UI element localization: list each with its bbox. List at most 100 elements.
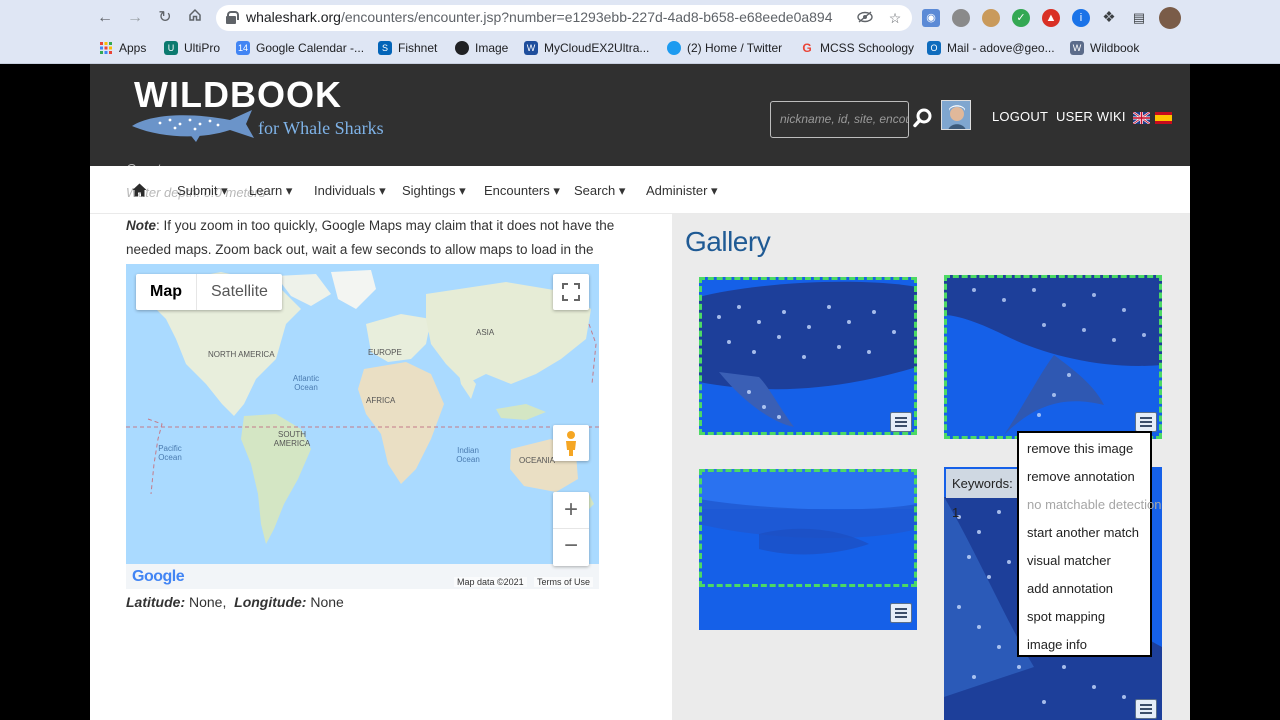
wd-icon: W — [524, 41, 538, 55]
bookmark-apps[interactable]: Apps — [99, 38, 146, 58]
page-gutter-right — [1190, 64, 1280, 720]
ctx-remove-image[interactable]: remove this image — [1027, 441, 1133, 456]
map-data-attribution: Map data ©2021 — [454, 577, 527, 587]
cast-icon[interactable]: ▤ — [1130, 9, 1148, 27]
caret-down-icon: ▾ — [553, 183, 560, 198]
home-icon[interactable] — [184, 7, 206, 29]
map-label-europe: EUROPE — [368, 348, 402, 357]
map-label-south-america: SOUTH AMERICA — [273, 430, 311, 448]
reload-icon[interactable]: ↻ — [154, 7, 176, 29]
map-label-north-america: NORTH AMERICA — [208, 350, 275, 359]
user-avatar[interactable] — [941, 100, 971, 130]
twitter-icon — [667, 41, 681, 55]
gallery-image-3[interactable] — [699, 469, 917, 630]
bookmark-twitter[interactable]: (2) Home / Twitter — [667, 38, 782, 58]
bookmark-wildbook[interactable]: W Wildbook — [1070, 38, 1139, 58]
ctx-visual-matcher[interactable]: visual matcher — [1027, 553, 1111, 568]
url-text: whaleshark.org/encounters/encounter.jsp?… — [246, 9, 833, 25]
map-label-oceania: OCEANIA — [519, 456, 556, 465]
zoom-in-button[interactable]: + — [553, 492, 589, 529]
apps-grid-icon — [99, 41, 113, 55]
annotation-box[interactable] — [944, 275, 1162, 439]
gallery-title: Gallery — [685, 226, 771, 257]
squirrel-extension-icon[interactable] — [982, 9, 1000, 27]
forward-icon[interactable]: → — [124, 7, 146, 29]
star-bookmark-icon[interactable]: ☆ — [886, 9, 904, 27]
menu-administer[interactable]: Administer ▾ — [646, 183, 718, 199]
profile-avatar-icon[interactable] — [1159, 7, 1181, 29]
zoom-control: + − — [553, 492, 589, 566]
zoom-out-button[interactable]: − — [553, 529, 589, 566]
page-gutter-left — [0, 64, 90, 720]
main-nav: Water depth: 0.0 meters Submit ▾ Learn ▾… — [90, 166, 1190, 214]
ctx-spot-mapping[interactable]: spot mapping — [1027, 609, 1105, 624]
ctx-image-info[interactable]: image info — [1027, 637, 1087, 652]
world-map-graphic — [126, 264, 599, 589]
map-label-atlantic: Atlantic Ocean — [292, 374, 320, 392]
map-type-satellite-button[interactable]: Satellite — [197, 274, 282, 310]
browser-toolbar: ← → ↻ whaleshark.org/encounters/encounte… — [0, 0, 1280, 36]
ctx-start-another-match[interactable]: start another match — [1027, 525, 1139, 540]
annotation-box[interactable] — [699, 277, 917, 435]
spain-flag-icon[interactable] — [1155, 112, 1172, 124]
menu-encounters[interactable]: Encounters ▾ — [484, 183, 560, 199]
map-type-map-button[interactable]: Map — [136, 274, 197, 310]
menu-individuals[interactable]: Individuals ▾ — [314, 183, 386, 199]
google-g-icon: G — [802, 41, 812, 55]
map-label-indian: Indian Ocean — [456, 446, 480, 464]
caret-down-icon: ▾ — [379, 183, 386, 198]
camera-extension-icon[interactable]: ◉ — [922, 9, 940, 27]
checklist-extension-icon[interactable]: ✓ — [1012, 9, 1030, 27]
coordinates-readout: Latitude: None, Longitude: None — [126, 594, 344, 610]
map-label-pacific: Pacific Ocean — [158, 444, 182, 462]
globe-icon — [455, 41, 469, 55]
puzzle-extensions-icon[interactable]: ❖ — [1100, 9, 1118, 27]
map-terms-link[interactable]: Terms of Use — [534, 577, 594, 587]
address-bar[interactable]: whaleshark.org/encounters/encounter.jsp?… — [216, 5, 912, 31]
gallery-image-2[interactable] — [944, 275, 1162, 439]
fullscreen-button[interactable] — [553, 274, 589, 310]
image-menu-icon[interactable] — [890, 412, 912, 432]
bookmark-fishnet[interactable]: S Fishnet — [378, 38, 437, 58]
caret-down-icon: ▾ — [221, 183, 228, 198]
image-menu-icon[interactable] — [1135, 412, 1157, 432]
bookmark-mail[interactable]: O Mail - adove@geo... — [927, 38, 1055, 58]
keywords-badge[interactable]: Keywords: 1 — [946, 469, 1018, 520]
tracking-off-icon[interactable] — [856, 9, 874, 27]
map-type-control: Map Satellite — [136, 274, 282, 310]
bookmark-schoology[interactable]: G MCSS Schoology — [800, 38, 914, 58]
image-menu-icon[interactable] — [1135, 699, 1157, 719]
pegman-icon — [566, 431, 576, 456]
back-icon[interactable]: ← — [94, 7, 116, 29]
google-logo: Google — [132, 568, 185, 585]
bookmark-image[interactable]: Image — [455, 38, 508, 58]
menu-search[interactable]: Search ▾ — [574, 183, 625, 199]
home-nav-icon[interactable] — [132, 183, 147, 197]
red-extension-icon[interactable]: ▲ — [1042, 9, 1060, 27]
bookmark-ultipro[interactable]: U UltiPro — [164, 38, 220, 58]
bookmark-google-calendar[interactable]: 14 Google Calendar -... — [236, 38, 364, 58]
menu-sightings[interactable]: Sightings ▾ — [402, 183, 466, 199]
image-context-menu: remove this image remove annotation no m… — [1017, 431, 1161, 657]
info-extension-icon[interactable]: i — [1072, 9, 1090, 27]
logout-link[interactable]: LOGOUT — [992, 109, 1048, 124]
annotation-box[interactable] — [699, 469, 917, 587]
gallery-image-1[interactable] — [699, 277, 917, 435]
menu-submit[interactable]: Submit ▾ — [177, 183, 228, 199]
whale-shark-logo-icon — [132, 110, 254, 142]
caret-down-icon: ▾ — [618, 183, 626, 198]
search-icon[interactable] — [913, 108, 933, 128]
circle-extension-icon[interactable] — [952, 9, 970, 27]
street-view-pegman[interactable] — [553, 425, 589, 461]
google-map[interactable]: NORTH AMERICA SOUTH AMERICA EUROPE AFRIC… — [126, 264, 599, 589]
caret-down-icon: ▾ — [285, 183, 293, 198]
ctx-add-annotation[interactable]: add annotation — [1027, 581, 1113, 596]
image-menu-icon[interactable] — [890, 603, 912, 623]
uk-flag-icon[interactable] — [1133, 112, 1150, 124]
menu-learn[interactable]: Learn ▾ — [249, 183, 292, 199]
caret-down-icon: ▾ — [711, 183, 718, 198]
site-search-input[interactable]: nickname, id, site, encounter — [770, 101, 909, 138]
bookmark-mycloud[interactable]: W MyCloudEX2Ultra... — [524, 38, 649, 58]
ctx-remove-annotation[interactable]: remove annotation — [1027, 469, 1135, 484]
user-wiki-link[interactable]: USER WIKI — [1056, 109, 1126, 124]
